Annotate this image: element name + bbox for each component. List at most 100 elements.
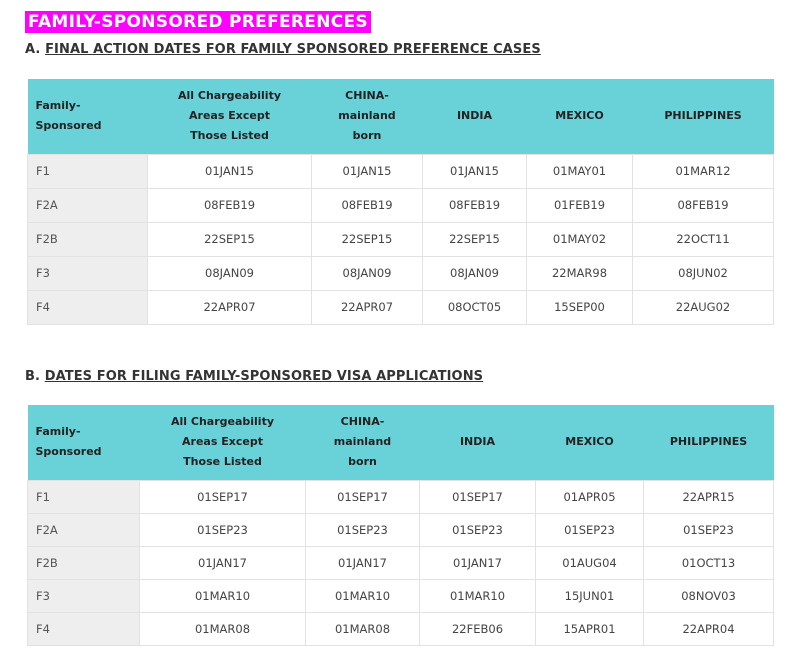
table-body: F1 01SEP17 01SEP17 01SEP17 01APR05 22APR15 F2A… xyxy=(27,479,774,646)
header-line: mainland xyxy=(338,109,396,123)
date-cell-india: 01SEP23 xyxy=(419,512,536,547)
header-line: born xyxy=(348,455,377,469)
category-cell: F2B xyxy=(27,545,140,580)
header-line: Sponsored xyxy=(35,445,102,459)
table-row: F3 08JAN09 08JAN09 08JAN09 22MAR98 08JUN02 xyxy=(27,255,774,291)
category-cell: F1 xyxy=(27,479,140,514)
header-line: mainland xyxy=(333,435,392,449)
header-line: CHINA- xyxy=(340,415,385,429)
section-b-heading: B. DATES FOR FILING FAMILY-SPONSORED VIS… xyxy=(25,369,483,384)
date-cell-mexico: 15JUN01 xyxy=(535,578,644,613)
date-cell-philippines: 01MAR12 xyxy=(632,153,774,189)
table-row: F1 01SEP17 01SEP17 01SEP17 01APR05 22APR15 xyxy=(27,479,774,514)
date-cell-china: 01JAN17 xyxy=(305,545,420,580)
date-cell-mexico: 01FEB19 xyxy=(526,187,633,223)
date-cell-china: 01JAN15 xyxy=(311,153,423,189)
table-row: F2A 01SEP23 01SEP23 01SEP23 01SEP23 01SEP23 xyxy=(27,512,774,547)
date-cell-all: 22SEP15 xyxy=(147,221,312,257)
date-cell-philippines: 22APR15 xyxy=(643,479,774,514)
category-cell: F2A xyxy=(27,187,148,223)
category-cell: F2B xyxy=(27,221,148,257)
date-cell-china: 08FEB19 xyxy=(311,187,423,223)
header-all-chargeability: All Chargeability Areas Except Those Lis… xyxy=(147,79,312,154)
header-mexico: MEXICO xyxy=(535,405,644,480)
date-cell-india: 08OCT05 xyxy=(422,289,527,325)
category-cell: F3 xyxy=(27,255,148,291)
date-cell-india: 22FEB06 xyxy=(419,611,536,646)
date-cell-mexico: 01APR05 xyxy=(535,479,644,514)
header-family-sponsored: Family- Sponsored xyxy=(27,79,148,154)
header-china: CHINA- mainland born xyxy=(311,79,423,154)
category-cell: F4 xyxy=(27,611,140,646)
header-india: INDIA xyxy=(422,79,527,154)
date-cell-philippines: 22APR04 xyxy=(643,611,774,646)
date-cell-all: 01MAR10 xyxy=(139,578,306,613)
table-header-row: Family- Sponsored All Chargeability Area… xyxy=(27,79,774,154)
date-cell-china: 08JAN09 xyxy=(311,255,423,291)
table-body: F1 01JAN15 01JAN15 01JAN15 01MAY01 01MAR12 F2A… xyxy=(27,153,774,325)
category-cell: F3 xyxy=(27,578,140,613)
header-line: Sponsored xyxy=(35,119,102,133)
date-cell-mexico: 01MAY02 xyxy=(526,221,633,257)
final-action-dates-table: Family- Sponsored All Chargeability Area… xyxy=(27,79,774,325)
date-cell-philippines: 08FEB19 xyxy=(632,187,774,223)
header-line: Family- xyxy=(35,425,81,439)
date-cell-china: 01SEP17 xyxy=(305,479,420,514)
section-a-prefix: A. xyxy=(25,42,46,57)
date-cell-all: 22APR07 xyxy=(147,289,312,325)
date-cell-china: 01MAR10 xyxy=(305,578,420,613)
date-cell-all: 01JAN17 xyxy=(139,545,306,580)
date-cell-china: 01MAR08 xyxy=(305,611,420,646)
date-cell-india: 01JAN15 xyxy=(422,153,527,189)
header-family-sponsored: Family- Sponsored xyxy=(27,405,140,480)
date-cell-all: 08JAN09 xyxy=(147,255,312,291)
header-philippines: PHILIPPINES xyxy=(643,405,774,480)
header-line: CHINA- xyxy=(345,89,389,103)
date-cell-all: 01MAR08 xyxy=(139,611,306,646)
header-line: Areas Except xyxy=(189,109,270,123)
header-line: born xyxy=(352,129,382,143)
table-row: F4 22APR07 22APR07 08OCT05 15SEP00 22AUG02 xyxy=(27,289,774,325)
date-cell-all: 08FEB19 xyxy=(147,187,312,223)
date-cell-india: 08JAN09 xyxy=(422,255,527,291)
date-cell-mexico: 15APR01 xyxy=(535,611,644,646)
header-line: Those Listed xyxy=(183,455,262,469)
table-row: F2B 01JAN17 01JAN17 01JAN17 01AUG04 01OCT13 xyxy=(27,545,774,580)
date-cell-philippines: 01SEP23 xyxy=(643,512,774,547)
date-cell-all: 01SEP23 xyxy=(139,512,306,547)
section-a-heading-link[interactable]: FINAL ACTION DATES FOR FAMILY SPONSORED … xyxy=(45,42,541,57)
page: FAMILY-SPONSORED PREFERENCES A. FINAL AC… xyxy=(0,0,800,660)
table-row: F2B 22SEP15 22SEP15 22SEP15 01MAY02 22OCT11 xyxy=(27,221,774,257)
header-india: INDIA xyxy=(419,405,536,480)
date-cell-india: 01JAN17 xyxy=(419,545,536,580)
table-row: F3 01MAR10 01MAR10 01MAR10 15JUN01 08NOV03 xyxy=(27,578,774,613)
date-cell-philippines: 22OCT11 xyxy=(632,221,774,257)
header-line: All Chargeability xyxy=(177,89,281,103)
date-cell-china: 22SEP15 xyxy=(311,221,423,257)
table-row: F2A 08FEB19 08FEB19 08FEB19 01FEB19 08FEB19 xyxy=(27,187,774,223)
header-line: Those Listed xyxy=(190,129,269,143)
header-line: Family- xyxy=(35,99,81,113)
header-china: CHINA- mainland born xyxy=(305,405,420,480)
header-mexico: MEXICO xyxy=(526,79,633,154)
date-cell-all: 01SEP17 xyxy=(139,479,306,514)
date-cell-india: 01SEP17 xyxy=(419,479,536,514)
date-cell-philippines: 01OCT13 xyxy=(643,545,774,580)
page-title: FAMILY-SPONSORED PREFERENCES xyxy=(25,11,371,33)
header-all-chargeability: All Chargeability Areas Except Those Lis… xyxy=(139,405,306,480)
header-philippines: PHILIPPINES xyxy=(632,79,774,154)
date-cell-all: 01JAN15 xyxy=(147,153,312,189)
table-header-row: Family- Sponsored All Chargeability Area… xyxy=(27,405,774,480)
table-row: F4 01MAR08 01MAR08 22FEB06 15APR01 22APR04 xyxy=(27,611,774,646)
header-line: Areas Except xyxy=(182,435,263,449)
dates-for-filing-table: Family- Sponsored All Chargeability Area… xyxy=(27,405,774,646)
date-cell-mexico: 01MAY01 xyxy=(526,153,633,189)
section-b-heading-link[interactable]: DATES FOR FILING FAMILY-SPONSORED VISA A… xyxy=(45,369,483,384)
date-cell-mexico: 15SEP00 xyxy=(526,289,633,325)
table-row: F1 01JAN15 01JAN15 01JAN15 01MAY01 01MAR12 xyxy=(27,153,774,189)
date-cell-china: 22APR07 xyxy=(311,289,423,325)
date-cell-india: 01MAR10 xyxy=(419,578,536,613)
date-cell-mexico: 01SEP23 xyxy=(535,512,644,547)
section-b-prefix: B. xyxy=(25,369,45,384)
category-cell: F2A xyxy=(27,512,140,547)
